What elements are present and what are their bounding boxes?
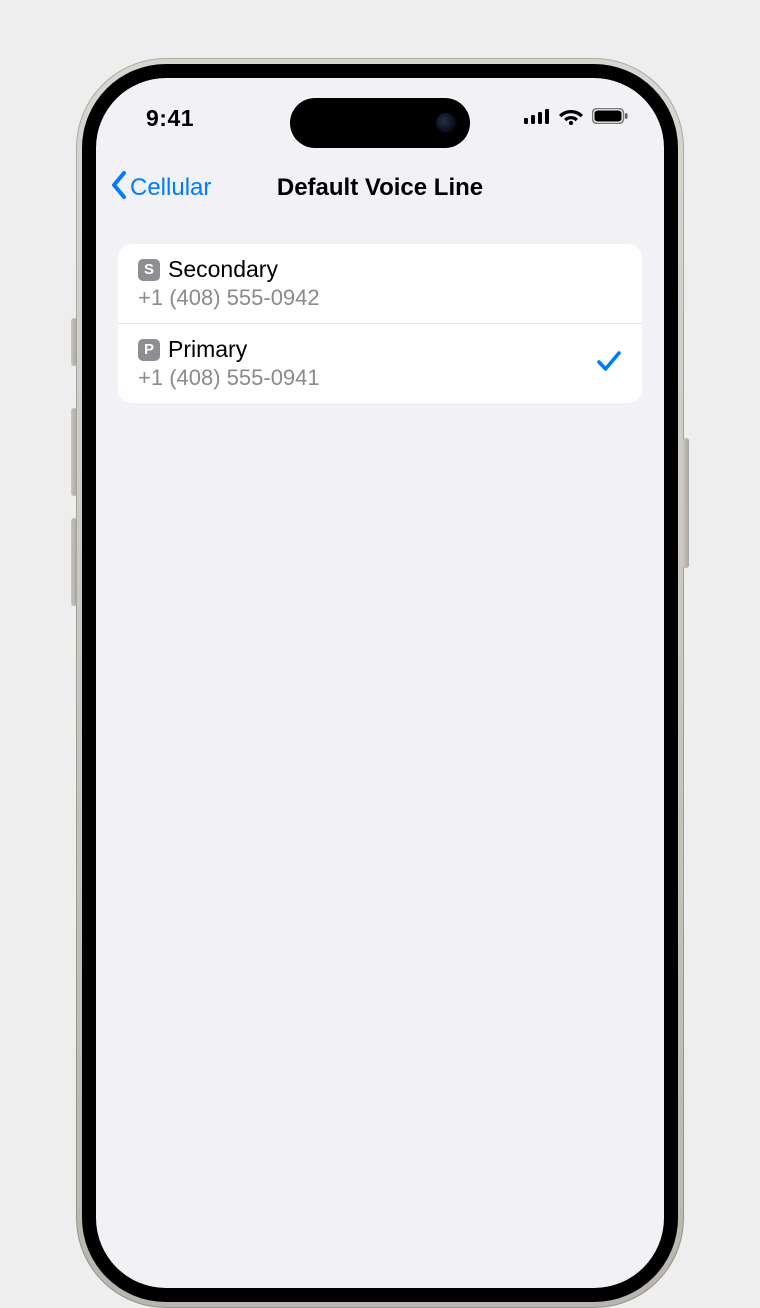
chevron-left-icon <box>110 171 128 206</box>
voice-line-list: S Secondary +1 (408) 555-0942 P Primary <box>118 244 642 403</box>
status-indicators <box>524 107 628 130</box>
back-label: Cellular <box>130 174 211 202</box>
cellular-signal-icon <box>524 108 550 129</box>
checkmark-icon <box>596 349 622 378</box>
phone-bezel: 9:41 <box>82 64 678 1302</box>
content-area: S Secondary +1 (408) 555-0942 P Primary <box>96 218 664 403</box>
sim-badge-icon: S <box>138 259 160 281</box>
status-time: 9:41 <box>146 105 194 132</box>
line-number-label: +1 (408) 555-0941 <box>138 365 586 391</box>
screen: 9:41 <box>96 78 664 1288</box>
line-number-label: +1 (408) 555-0942 <box>138 285 622 311</box>
line-name-label: Primary <box>168 336 247 364</box>
line-name-label: Secondary <box>168 256 278 284</box>
battery-icon <box>592 108 628 129</box>
volume-up-button <box>71 408 77 496</box>
volume-down-button <box>71 518 77 606</box>
navigation-bar: Cellular Default Voice Line <box>96 158 664 218</box>
row-text: P Primary +1 (408) 555-0941 <box>138 336 586 391</box>
side-button <box>683 438 689 568</box>
page-title: Default Voice Line <box>277 174 483 202</box>
wifi-icon <box>559 107 583 130</box>
voice-line-option-primary[interactable]: P Primary +1 (408) 555-0941 <box>118 323 642 403</box>
silence-switch <box>71 318 77 366</box>
sim-badge-icon: P <box>138 339 160 361</box>
phone-device-frame: 9:41 <box>76 58 684 1308</box>
back-button[interactable]: Cellular <box>110 171 211 206</box>
dynamic-island <box>290 98 470 148</box>
voice-line-option-secondary[interactable]: S Secondary +1 (408) 555-0942 <box>118 244 642 323</box>
row-text: S Secondary +1 (408) 555-0942 <box>138 256 622 311</box>
